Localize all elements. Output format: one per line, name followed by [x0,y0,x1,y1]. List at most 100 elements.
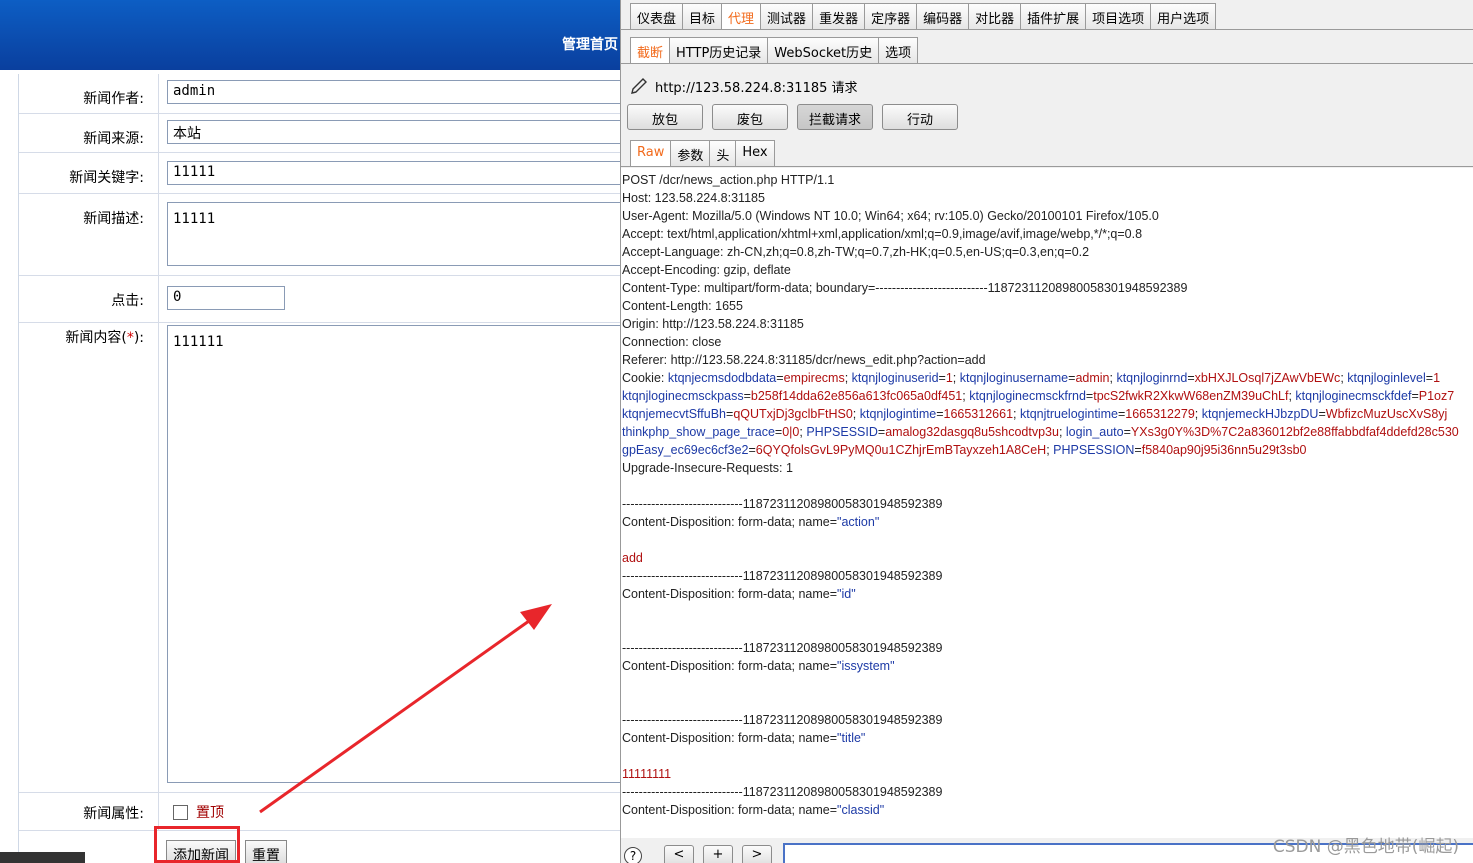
boundary-line: -----------------------------11872311208… [622,641,943,655]
source-input[interactable]: 本站 [167,120,620,144]
main-tab-0[interactable]: 仪表盘 [630,3,684,29]
proxy-tab-2[interactable]: WebSocket历史 [767,37,880,63]
intercept-toggle-button[interactable]: 拦截请求 [797,104,873,130]
cookie-line: gpEasy_ec69ec6cf3e2=6QYQfolsGvL9PyMQ0u1C… [622,443,1307,457]
hits-input[interactable]: 0 [167,286,285,310]
cms-header: 管理首页 [0,0,620,70]
message-view-tabbar: Raw 参数头 Hex [630,140,775,166]
main-tab-2[interactable]: 代理 [721,3,762,29]
keywords-input[interactable]: 11111 [167,161,620,185]
keywords-label: 新闻关键字: [19,153,159,193]
cookie-line: ktqnjemecvtSffuBh=qQUTxjDj3gclbFtHS0; kt… [622,407,1448,421]
add-button[interactable]: + [703,845,733,863]
row-description: 新闻描述: 11111 [19,194,620,276]
request-line: http://123.58.224.8:31185 请求 [629,76,858,96]
next-match-button[interactable]: > [742,845,772,863]
boundary-line: -----------------------------11872311208… [622,569,943,583]
content-label: 新闻内容(*): [19,323,159,792]
row-hits: 点击: 0 [19,276,620,323]
part-value: 11111111 [622,767,672,781]
attribute-label: 新闻属性: [19,793,159,830]
view-tab-3[interactable]: Hex [735,140,775,166]
view-tab-2[interactable]: 头 [709,140,737,166]
disposition-line: Content-Disposition: form-data; name="ac… [622,515,880,529]
request-editor[interactable]: POST /dcr/news_action.php HTTP/1.1 Host: … [621,168,1473,838]
cookie-line: ktqnjloginecmsckpass=b258f14dda62e856a61… [622,389,1455,403]
help-icon[interactable]: ? [624,847,642,863]
forward-button[interactable]: 放包 [627,104,703,130]
disposition-line: Content-Disposition: form-data; name="cl… [622,803,885,817]
header-line: User-Agent: Mozilla/5.0 (Windows NT 10.0… [622,209,1159,223]
content-textarea[interactable]: 111111 [167,325,620,783]
top-checkbox[interactable] [173,804,188,820]
view-tab-0[interactable]: Raw [630,140,672,166]
row-author: 新闻作者: admin [19,74,620,114]
main-tab-8[interactable]: 插件扩展 [1020,3,1087,29]
cookie-line: thinkphp_show_page_trace=0|0; PHPSESSID=… [622,425,1459,439]
main-tab-10[interactable]: 用户选项 [1150,3,1217,29]
main-tab-9[interactable]: 项目选项 [1085,3,1152,29]
proxy-tab-0[interactable]: 截断 [630,37,671,63]
header-line: Content-Type: multipart/form-data; bound… [622,281,1188,295]
hits-label: 点击: [19,276,159,322]
row-keywords: 新闻关键字: 11111 [19,153,620,194]
header-line: Accept-Language: zh-CN,zh;q=0.8,zh-TW;q=… [622,245,1090,259]
part-value [622,693,1473,711]
highlight-box [154,826,240,863]
main-tabbar: 仪表盘 目标 代理 测试器 重发器 定序器 编码器 对比器 插件扩展 项目选项 用户选项 [630,3,1217,29]
main-tab-7[interactable]: 对比器 [968,3,1022,29]
news-form: 新闻作者: admin 新闻来源: 本站 新闻关键字: 11111 新闻描述: … [18,74,620,863]
required-mark: * [126,330,134,346]
proxy-tab-3[interactable]: 选项 [878,37,919,63]
header-line: Content-Length: 1655 [622,299,743,313]
row-attribute: 新闻属性: 置顶 [19,793,620,831]
main-tab-3[interactable]: 测试器 [760,3,814,29]
header-line: Host: 123.58.224.8:31185 [622,191,765,205]
main-tab-4[interactable]: 重发器 [812,3,866,29]
burp-window: 仪表盘 目标 代理 测试器 重发器 定序器 编码器 对比器 插件扩展 项目选项 用户选项 截断 HTT… [620,0,1473,863]
proxy-subtabbar: 截断 HTTP历史记录 WebSocket历史 选项 [630,37,919,63]
reset-button[interactable]: 重置 [245,840,287,863]
header-line: Accept: text/html,application/xhtml+xml,… [622,227,1143,241]
action-button[interactable]: 行动 [882,104,958,130]
header-line: Connection: close [622,335,722,349]
row-content: 新闻内容(*): 111111 [19,323,620,793]
pencil-icon [631,78,647,94]
request-url: http://123.58.224.8:31185 请求 [655,80,858,96]
header-line: Upgrade-Insecure-Requests: 1 [622,461,793,475]
header-line: POST /dcr/news_action.php HTTP/1.1 [622,173,835,187]
cms-header-title: 管理首页 [562,37,618,53]
disposition-line: Content-Disposition: form-data; name="is… [622,659,895,673]
proxy-tab-1[interactable]: HTTP历史记录 [669,37,769,63]
watermark: CSDN @黑色地带(崛起) [1272,837,1459,857]
boundary-line: -----------------------------11872311208… [622,497,943,511]
author-label: 新闻作者: [19,74,159,113]
header-line: Origin: http://123.58.224.8:31185 [622,317,804,331]
top-checkbox-label: 置顶 [196,805,224,821]
part-value: add [622,551,643,565]
description-label: 新闻描述: [19,194,159,275]
main-tab-5[interactable]: 定序器 [864,3,918,29]
main-tab-1[interactable]: 目标 [682,3,723,29]
author-input[interactable]: admin [167,80,620,104]
header-line: Accept-Encoding: gzip, deflate [622,263,791,277]
main-tab-6[interactable]: 编码器 [916,3,970,29]
header-line: Referer: http://123.58.224.8:31185/dcr/n… [622,353,986,367]
boundary-line: -----------------------------11872311208… [622,785,943,799]
view-tab-1[interactable]: 参数 [670,140,711,166]
disposition-line: Content-Disposition: form-data; name="id… [622,587,856,601]
source-label: 新闻来源: [19,114,159,152]
cookie-line: Cookie: ktqnjecmsdodbdata=empirecms; ktq… [622,371,1441,385]
description-textarea[interactable]: 11111 [167,202,620,266]
disposition-line: Content-Disposition: form-data; name="ti… [622,731,866,745]
content-label-suffix: ): [133,330,144,346]
prev-match-button[interactable]: < [664,845,694,863]
boundary-line: -----------------------------11872311208… [622,713,943,727]
row-source: 新闻来源: 本站 [19,114,620,153]
drop-button[interactable]: 废包 [712,104,788,130]
